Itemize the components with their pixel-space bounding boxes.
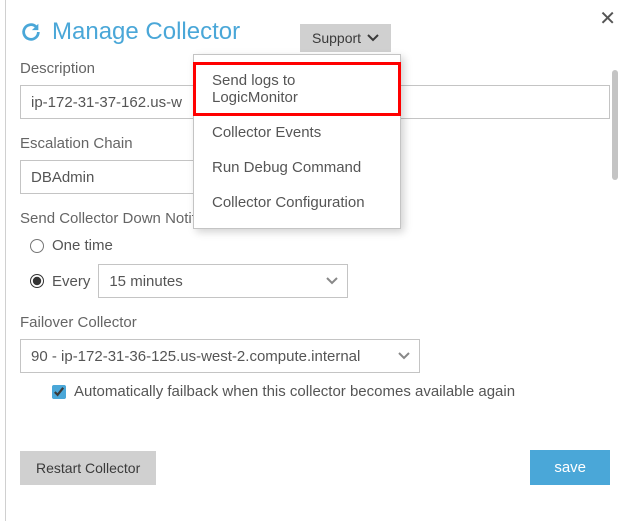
every-radio[interactable] bbox=[30, 274, 44, 288]
auto-failback-checkbox[interactable] bbox=[52, 385, 66, 399]
every-label: Every bbox=[52, 273, 90, 290]
save-button[interactable]: save bbox=[530, 450, 610, 485]
chevron-down-icon bbox=[367, 34, 379, 42]
support-dropdown-menu: Send logs to LogicMonitor Collector Even… bbox=[193, 54, 401, 229]
menu-item-collector-config[interactable]: Collector Configuration bbox=[194, 185, 400, 220]
support-button-label: Support bbox=[312, 30, 361, 46]
failover-collector-select[interactable]: 90 - ip-172-31-36-125.us-west-2.compute.… bbox=[20, 339, 420, 373]
restart-collector-button[interactable]: Restart Collector bbox=[20, 451, 156, 485]
refresh-icon bbox=[20, 21, 42, 43]
menu-item-collector-events[interactable]: Collector Events bbox=[194, 115, 400, 150]
one-time-radio[interactable] bbox=[30, 239, 44, 253]
failover-collector-label: Failover Collector bbox=[20, 314, 610, 331]
auto-failback-label: Automatically failback when this collect… bbox=[74, 383, 515, 400]
support-button[interactable]: Support bbox=[300, 24, 391, 52]
page-title: Manage Collector bbox=[52, 18, 240, 46]
menu-item-send-logs[interactable]: Send logs to LogicMonitor bbox=[194, 63, 400, 115]
one-time-label: One time bbox=[52, 237, 113, 254]
interval-select[interactable]: 15 minutes bbox=[98, 264, 348, 298]
menu-item-run-debug[interactable]: Run Debug Command bbox=[194, 150, 400, 185]
